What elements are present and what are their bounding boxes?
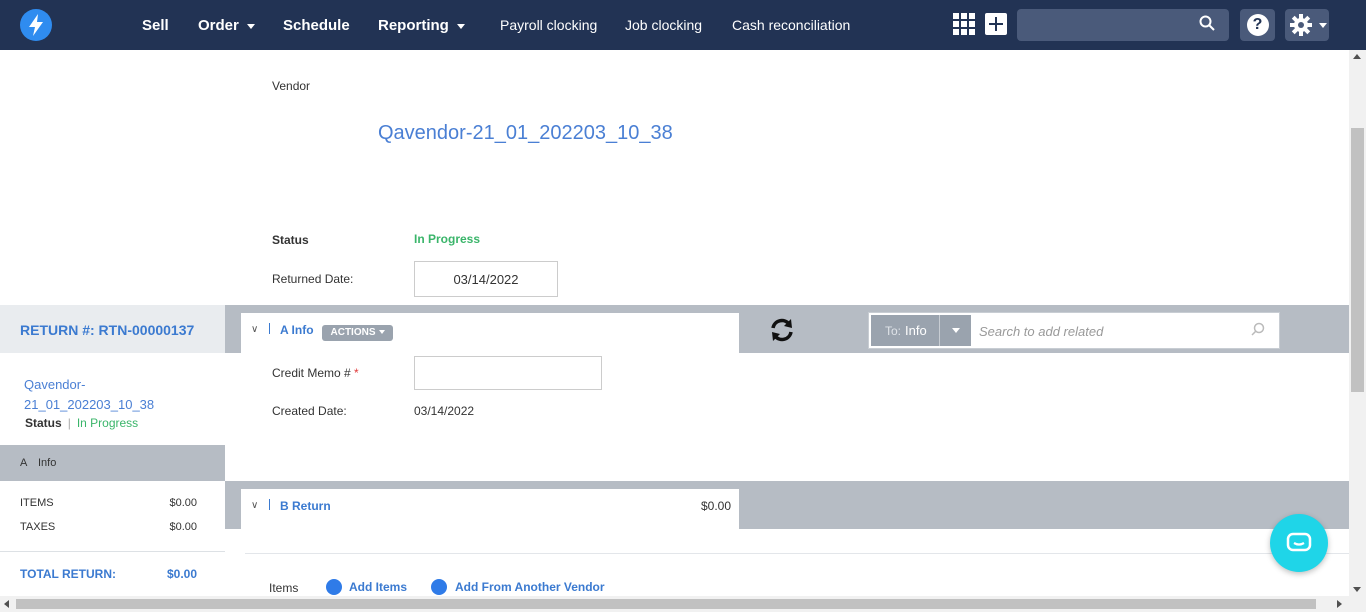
created-date-label: Created Date: <box>272 404 347 418</box>
add-items-link[interactable]: Add Items <box>349 580 407 594</box>
created-date-value: 03/14/2022 <box>414 404 475 418</box>
nav-job-clocking[interactable]: Job clocking <box>625 0 702 50</box>
nav-sell[interactable]: Sell <box>142 0 169 50</box>
vertical-scroll-thumb[interactable] <box>1351 128 1364 392</box>
section-b-marker <box>269 499 270 510</box>
sidebar-info-letter: A <box>20 457 28 469</box>
global-search-input[interactable] <box>1017 9 1229 41</box>
sidebar-info-label: Info <box>38 457 57 469</box>
chevron-down-icon[interactable]: ∨ <box>251 500 258 511</box>
sidebar-vendor-link[interactable]: Qavendor-21_01_202203_10_38 <box>24 375 174 415</box>
vertical-scrollbar[interactable] <box>1349 50 1366 596</box>
sidebar-status: Status | In Progress <box>25 416 138 430</box>
actions-label: ACTIONS <box>330 327 376 338</box>
apps-grid-icon[interactable] <box>953 13 975 35</box>
scroll-down-icon[interactable] <box>1353 587 1361 592</box>
total-return-label: TOTAL RETURN: <box>20 567 116 581</box>
status-label: Status <box>272 233 309 247</box>
help-icon: ? <box>1246 14 1269 36</box>
to-selector[interactable]: To: Info <box>871 315 939 346</box>
items-row-label: Items <box>269 581 299 595</box>
chat-bubble-icon <box>1286 532 1312 552</box>
nav-payroll-clocking[interactable]: Payroll clocking <box>500 0 597 50</box>
taxes-total-row: TAXES $0.00 <box>20 521 197 533</box>
scroll-up-icon[interactable] <box>1353 54 1361 59</box>
refresh-icon[interactable] <box>768 316 796 349</box>
add-items-icon[interactable] <box>326 579 342 595</box>
help-button[interactable]: ? <box>1240 9 1275 41</box>
sidebar-status-label: Status <box>25 416 62 430</box>
horizontal-scroll-thumb[interactable] <box>16 599 1316 609</box>
add-related-bar: To: Info Search to add related <box>868 312 1280 349</box>
section-a-header-card <box>241 313 739 353</box>
sidebar-nav-info[interactable]: A Info <box>0 445 225 481</box>
top-navigation-bar: Sell Order Schedule Reporting Payroll cl… <box>0 0 1366 50</box>
taxes-value: $0.00 <box>169 521 197 533</box>
nav-order[interactable]: Order <box>198 0 255 50</box>
nav-order-label: Order <box>198 17 239 34</box>
nav-reporting[interactable]: Reporting <box>378 0 465 50</box>
return-number: RETURN #: RTN-00000137 <box>20 322 195 338</box>
sidebar-status-separator: | <box>67 416 71 430</box>
section-a-title[interactable]: A Info <box>280 323 314 337</box>
section-a-marker <box>269 323 270 334</box>
items-total-row: ITEMS $0.00 <box>20 497 197 509</box>
actions-dropdown-button[interactable]: ACTIONS <box>322 325 393 341</box>
items-label: ITEMS <box>20 497 54 509</box>
to-value: Info <box>905 323 927 338</box>
required-asterisk: * <box>354 366 359 380</box>
chevron-down-icon <box>1319 22 1327 28</box>
settings-button[interactable] <box>1285 9 1329 41</box>
returned-date-label: Returned Date: <box>272 272 354 286</box>
credit-memo-label-text: Credit Memo # <box>272 366 351 380</box>
vendor-label: Vendor <box>272 79 311 93</box>
horizontal-scrollbar[interactable] <box>0 596 1366 612</box>
search-icon[interactable] <box>1199 15 1215 31</box>
chat-support-button[interactable] <box>1270 514 1328 572</box>
to-prefix: To: <box>885 324 902 338</box>
chevron-down-icon <box>378 330 385 335</box>
total-return-value: $0.00 <box>166 567 197 581</box>
nav-reporting-label: Reporting <box>378 17 449 34</box>
status-value: In Progress <box>414 232 481 246</box>
credit-memo-label: Credit Memo # * <box>272 366 359 380</box>
sidebar-status-value: In Progress <box>76 416 139 430</box>
add-from-another-vendor-link[interactable]: Add From Another Vendor <box>455 580 605 594</box>
credit-memo-input[interactable] <box>414 356 602 390</box>
lightning-logo-icon[interactable] <box>20 9 52 41</box>
search-icon[interactable] <box>1251 322 1265 336</box>
nav-cash-reconciliation[interactable]: Cash reconciliation <box>732 0 850 50</box>
gear-icon <box>1290 14 1312 36</box>
to-dropdown-toggle[interactable] <box>939 315 971 346</box>
scroll-right-icon[interactable] <box>1337 600 1342 608</box>
sidebar-divider <box>0 551 225 552</box>
nav-schedule[interactable]: Schedule <box>283 0 350 50</box>
returned-date-field[interactable]: 03/14/2022 <box>414 261 558 297</box>
chevron-down-icon[interactable]: ∨ <box>251 324 258 335</box>
add-new-icon[interactable] <box>985 13 1007 35</box>
items-value: $0.00 <box>169 497 197 509</box>
chevron-down-icon <box>246 23 255 29</box>
return-number-header: RETURN #: RTN-00000137 <box>0 305 225 353</box>
section-divider <box>245 553 1349 554</box>
chevron-down-icon <box>456 23 465 29</box>
scroll-left-icon[interactable] <box>4 600 9 608</box>
total-return-row: TOTAL RETURN: $0.00 <box>20 567 197 581</box>
taxes-label: TAXES <box>20 521 56 533</box>
section-b-title[interactable]: B Return <box>280 499 331 513</box>
related-search-input[interactable]: Search to add related <box>979 324 1103 339</box>
add-from-vendor-icon[interactable] <box>431 579 447 595</box>
return-summary-sidebar: RETURN #: RTN-00000137 Qavendor-21_01_20… <box>0 305 225 596</box>
vendor-name-link[interactable]: Qavendor-21_01_202203_10_38 <box>378 122 673 145</box>
section-b-amount: $0.00 <box>701 499 732 513</box>
